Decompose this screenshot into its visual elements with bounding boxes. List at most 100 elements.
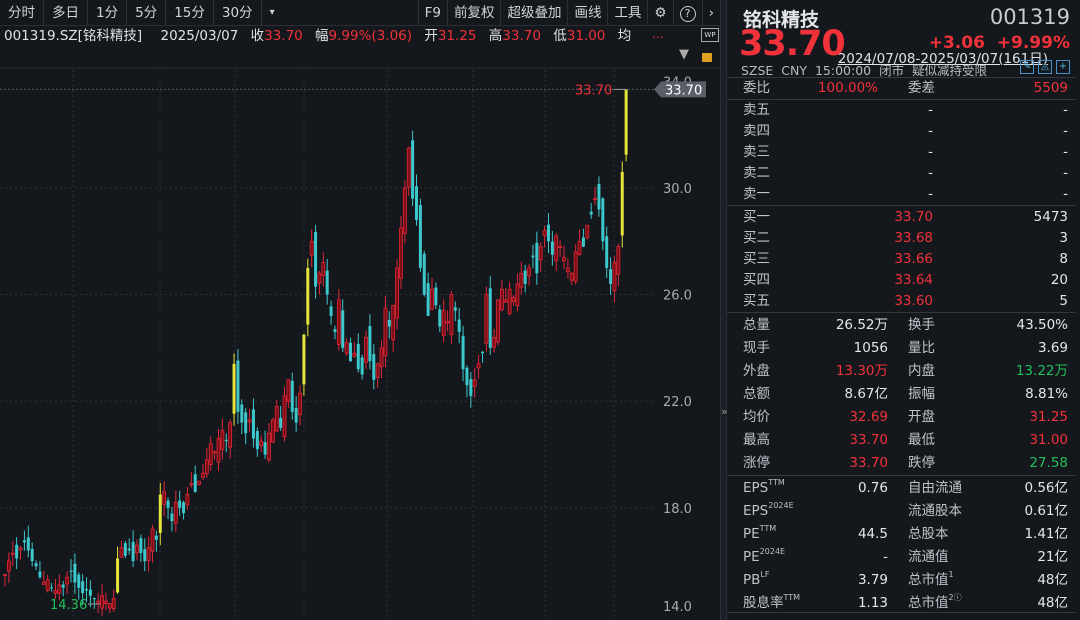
ask-row[interactable]: 卖四 - - [743,121,1068,142]
bell-icon[interactable]: ◬ [1038,60,1052,74]
bid-row[interactable]: 买四 33.64 20 [743,270,1068,291]
bid-price: 33.64 [894,272,933,288]
candle [6,560,11,572]
stat-label: 总量 [743,317,770,333]
candle [418,205,422,268]
candle [484,294,489,344]
tab-multi-day[interactable]: 多日 [44,0,88,26]
stat-label: 总额 [743,386,770,402]
stat-value: 26.52万 [835,317,888,333]
candle [306,267,310,325]
candle [282,395,287,438]
y-tick-label: 26.0 [663,289,692,304]
candle [515,283,520,307]
edit-icon[interactable]: ✎ [1020,60,1034,74]
low-value: 31.00 [566,28,606,44]
candle [111,598,116,610]
ask-price: - [928,186,933,202]
candle [453,307,457,311]
candle [523,270,527,284]
adjust-button[interactable]: 前复权 [446,0,501,26]
candle [154,535,158,540]
candle [341,310,345,348]
ask-label: 卖四 [743,123,770,139]
wp-icon[interactable]: WP [701,28,719,42]
ask-row[interactable]: 卖二 - - [743,163,1068,184]
lock-icon[interactable] [702,53,712,62]
candle [519,272,524,288]
chevron-right-icon[interactable]: › [701,0,720,26]
ask-row[interactable]: 卖三 - - [743,142,1068,163]
candle [585,224,590,238]
bid-row[interactable]: 买三 33.66 8 [743,249,1068,270]
candle [480,351,484,354]
candle [201,472,205,478]
candle [356,343,360,370]
stat-row: 涨停 33.70 跌停 27.58 [743,453,1068,474]
metric-suffix: TTM [783,593,801,602]
candlestick-chart[interactable]: 34.030.026.022.018.014.033.7014.3633.70 [0,0,720,620]
bid-row[interactable]: 买二 33.68 3 [743,228,1068,249]
metric-suffix: 2024E [759,547,786,556]
candle [3,574,7,576]
fundamental-row: EPSTTM 0.76 自由流通 0.56亿 [743,478,1068,499]
candle [449,294,454,335]
bid-row[interactable]: 买一 33.70 5473 [743,207,1068,228]
ask-volume: - [1063,186,1068,202]
metric-value: 21亿 [1037,549,1068,565]
candle [527,267,531,277]
stat-label: 振幅 [908,386,935,402]
panel-divider[interactable]: » [720,0,728,620]
bid-price: 33.68 [894,230,933,246]
panel-actions: ✎ ◬ + [1016,60,1070,74]
stat-row: 均价 32.69 开盘 31.25 [743,407,1068,428]
amp-label: 幅 [315,28,329,44]
y-tick-label: 14.0 [663,600,692,615]
gear-icon[interactable]: ⚙ [647,0,672,26]
tab-intraday[interactable]: 分时 [0,0,44,26]
bid-row[interactable]: 买五 33.60 5 [743,291,1068,312]
candle [309,240,314,256]
quote-panel: 铭科精技 001319 33.70 +3.06 +9.99% SZSE CNY … [727,0,1080,620]
candle [65,576,70,585]
candle [10,552,15,556]
tab-30min[interactable]: 30分 [214,0,262,26]
current-price-value: 33.70 [665,83,702,98]
more-periods-dropdown[interactable]: ▾ [262,0,283,26]
tab-15min[interactable]: 15分 [166,0,214,26]
stat-value: 33.70 [849,455,888,471]
candle [620,172,624,236]
quote-note: 疑似减持受限 [912,63,988,78]
tools-button[interactable]: 工具 [607,0,647,26]
y-tick-label: 18.0 [663,502,692,517]
stat-label: 最低 [908,432,935,448]
stat-value: 33.70 [849,432,888,448]
candle [34,563,38,567]
ask-row[interactable]: 卖五 - - [743,100,1068,121]
candle [263,442,267,455]
candle [41,582,46,585]
candle [302,334,306,385]
candle [279,417,283,428]
add-icon[interactable]: + [1056,60,1070,74]
candle [461,335,465,370]
help-icon[interactable]: ? [672,0,702,26]
tab-1min[interactable]: 1分 [88,0,128,26]
tab-5min[interactable]: 5分 [127,0,167,26]
candle [581,237,585,247]
f9-button[interactable]: F9 [417,0,447,26]
candle [143,549,147,562]
candle [531,255,535,258]
candle [45,579,50,591]
metric-value: 0.76 [857,480,888,496]
draw-button[interactable]: 画线 [567,0,607,26]
open-value: 31.25 [437,28,477,44]
metric-label: PB [743,572,761,588]
ask-volume: - [1063,165,1068,181]
metric-label: 流通股本 [908,503,962,519]
ask-row[interactable]: 卖一 - - [743,184,1068,205]
candle [562,256,566,262]
overlay-button[interactable]: 超级叠加 [500,0,567,26]
candle [383,307,388,357]
range-dropdown-icon[interactable]: ▼ [679,47,689,62]
